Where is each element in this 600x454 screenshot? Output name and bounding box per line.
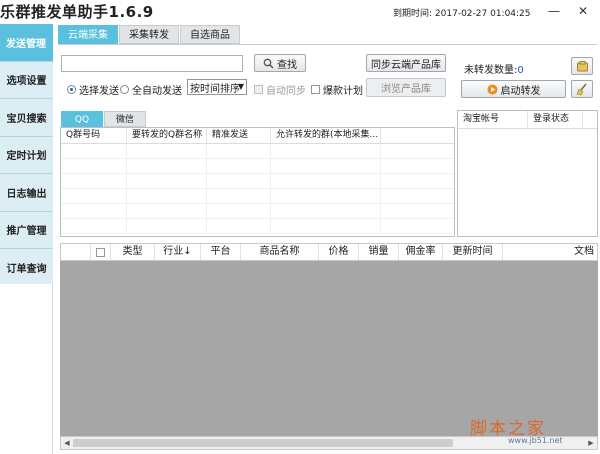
col-commission-rate[interactable]: 佣金率 [399,244,443,260]
app-title: 乐群推发单助手1.6.9 [0,3,154,21]
taobao-header: 淘宝帐号 登录状态 [458,111,597,129]
search-icon [263,58,274,69]
col-allowed-groups[interactable]: 允许转发的群(本地采集... [271,128,381,143]
sync-cloud-button[interactable]: 同步云端产品库 [366,54,446,72]
search-button[interactable]: 查找 [254,54,306,72]
col-empty [381,128,454,143]
sidebar-filler [0,284,53,454]
chevron-down-icon: ▼ [237,82,244,91]
expire-label: 到期时间: [393,9,433,19]
sidebar: 发送管理 选项设置 宝贝搜索 定时计划 日志输出 推广管理 订单查询 [0,24,53,287]
col-document[interactable]: 文档 [503,244,597,260]
product-table-body [60,261,598,436]
browse-products-button[interactable]: 浏览产品库 [366,78,446,97]
sidebar-item-item-search[interactable]: 宝贝搜索 [0,99,53,137]
col-precise-send[interactable]: 精准发送 [207,128,271,143]
tab-collect-forward[interactable]: 采集转发 [119,25,179,44]
tool-icon [576,60,588,71]
tab-divider [58,44,597,45]
send-mode-auto[interactable]: 全自动发送 [120,82,182,97]
col-taobao-account[interactable]: 淘宝帐号 [458,111,528,128]
tab-wechat[interactable]: 微信 [104,111,146,127]
qq-group-header: Q群号码 要转发的Q群名称 精准发送 允许转发的群(本地采集... [61,128,454,144]
col-type[interactable]: 类型 [111,244,155,260]
col-login-status[interactable]: 登录状态 [528,111,583,128]
radio-select-send[interactable] [67,85,76,94]
col-update-time[interactable]: 更新时间 [443,244,503,260]
title-bar: 乐群推发单助手1.6.9 到期时间: 2017-02-27 01:04:25 —… [0,0,600,24]
table-row[interactable] [61,219,454,234]
expire-value: 2017-02-27 01:04:25 [434,9,531,19]
radio-auto-send[interactable] [120,85,129,94]
sort-select-value: 按时间排序 [190,83,240,95]
hot-plan-checkbox[interactable] [311,85,320,94]
search-button-label: 查找 [277,59,297,71]
sidebar-item-options[interactable]: 选项设置 [0,62,53,99]
hot-plan-label: 爆款计划 [323,86,363,97]
col-product-name[interactable]: 商品名称 [241,244,319,260]
table-row[interactable] [61,189,454,204]
scroll-right-icon[interactable]: ▶ [585,437,597,449]
radio-auto-send-label: 全自动发送 [132,86,182,97]
col-qq-number[interactable]: Q群号码 [61,128,127,143]
watermark-url: www.jb51.net [508,436,563,445]
close-button[interactable]: ✕ [574,3,592,19]
table-row[interactable] [61,174,454,189]
pending-label: 未转发数量: [464,65,518,76]
tab-qq[interactable]: QQ [61,111,103,127]
main-tabs: 云端采集 采集转发 自选商品 [58,25,241,44]
radio-select-send-label: 选择发送 [79,86,119,97]
qq-group-rows [61,144,454,234]
sort-select[interactable]: 按时间排序 ▼ [187,79,247,95]
start-forward-button[interactable]: 启动转发 [461,80,566,98]
sidebar-item-orders[interactable]: 订单查询 [0,249,53,287]
search-input[interactable] [61,55,243,72]
broom-icon [576,82,587,95]
taobao-account-panel [457,110,598,237]
start-forward-label: 启动转发 [500,85,541,97]
product-table-header: 类型 行业↓ 平台 商品名称 价格 销量 佣金率 更新时间 文档 [60,243,598,261]
clear-button[interactable] [571,80,593,98]
table-row[interactable] [61,204,454,219]
select-all-checkbox[interactable] [96,247,105,257]
platform-tabs: QQ 微信 [61,111,147,127]
col-sales[interactable]: 销量 [359,244,399,260]
auto-sync-option[interactable]: 自动同步 [254,82,306,97]
pending-count: 未转发数量:0 [464,61,524,76]
tab-cloud-collect[interactable]: 云端采集 [58,25,118,44]
col-platform[interactable]: 平台 [201,244,241,260]
col-blank [61,244,91,260]
sidebar-item-log[interactable]: 日志输出 [0,174,53,212]
col-empty [583,111,597,128]
auto-sync-label: 自动同步 [266,86,306,97]
sidebar-item-schedule[interactable]: 定时计划 [0,137,53,174]
table-row[interactable] [61,144,454,159]
play-icon [487,84,497,94]
send-mode-select[interactable]: 选择发送 [67,82,119,97]
auto-sync-checkbox[interactable] [254,85,263,94]
col-industry[interactable]: 行业↓ [155,244,201,260]
pending-value: 0 [517,65,524,76]
sidebar-item-send-manage[interactable]: 发送管理 [0,24,53,62]
expire-time: 到期时间: 2017-02-27 01:04:25 [393,6,531,19]
col-qq-group-name[interactable]: 要转发的Q群名称 [127,128,207,143]
table-row[interactable] [61,159,454,174]
sidebar-item-promotion[interactable]: 推广管理 [0,212,53,249]
hot-plan-option[interactable]: 爆款计划 [311,82,363,97]
minimize-button[interactable]: — [545,3,563,19]
tab-custom-items[interactable]: 自选商品 [180,25,240,44]
scrollbar-thumb[interactable] [73,439,453,447]
settings-tool-button[interactable] [571,57,593,75]
scroll-left-icon[interactable]: ◀ [61,437,73,449]
select-all-cell [91,244,111,260]
col-price[interactable]: 价格 [319,244,359,260]
